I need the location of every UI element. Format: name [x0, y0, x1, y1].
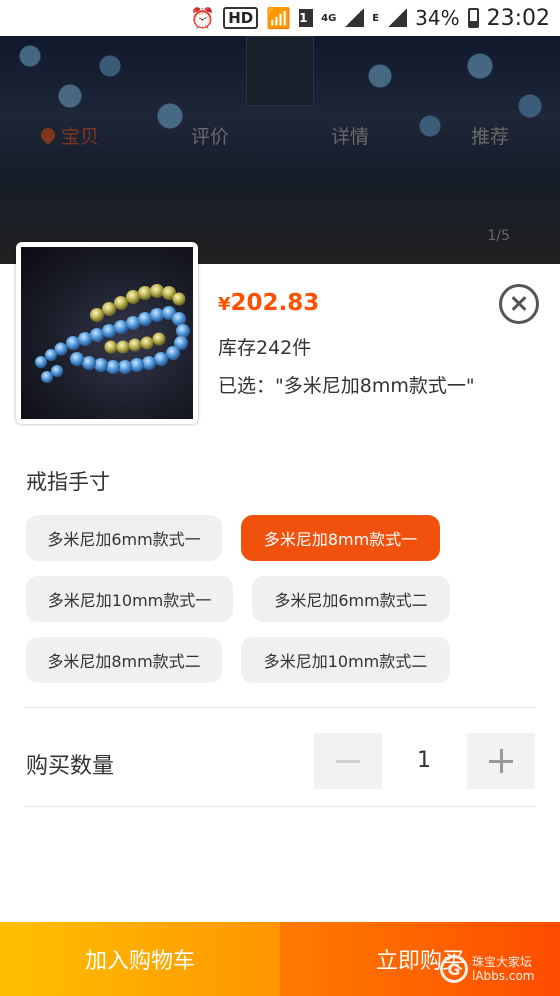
- signal-icon: [344, 9, 365, 27]
- bracelet-illustration: [35, 284, 190, 383]
- battery-icon: [467, 8, 479, 28]
- hd-badge: HD: [223, 7, 259, 29]
- product-thumbnail[interactable]: [16, 242, 198, 424]
- sim-badge: 1: [299, 9, 314, 27]
- divider: [24, 707, 536, 708]
- quantity-label: 购买数量: [26, 754, 115, 779]
- dim-overlay[interactable]: [0, 36, 560, 264]
- watermark-text: 珠宝大家坛 lAbbs.com: [472, 955, 534, 983]
- option-dominican-6mm-style1[interactable]: 多米尼加6mm款式一: [26, 515, 222, 561]
- option-dominican-6mm-style2[interactable]: 多米尼加6mm款式二: [252, 576, 450, 622]
- option-dominican-8mm-style2[interactable]: 多米尼加8mm款式二: [26, 637, 222, 683]
- option-dominican-10mm-style2[interactable]: 多米尼加10mm款式二: [241, 637, 450, 683]
- watermark-text-2: lAbbs.com: [472, 969, 535, 983]
- close-icon[interactable]: [499, 284, 539, 324]
- status-bar: ⏰ HD 📶 1 4G E 34% 23:02: [0, 0, 560, 36]
- stock-count: 库存242件: [218, 337, 312, 359]
- wifi-icon: 📶: [266, 6, 292, 30]
- option-dominican-8mm-style1[interactable]: 多米尼加8mm款式一: [241, 515, 440, 561]
- watermark-text-1: 珠宝大家坛: [472, 955, 533, 969]
- option-group-title: 戒指手寸: [26, 470, 110, 494]
- selected-variant: 已选："多米尼加8mm款式一": [218, 375, 475, 397]
- option-dominican-10mm-style1[interactable]: 多米尼加10mm款式一: [26, 576, 233, 622]
- quantity-decrease-button[interactable]: [314, 733, 382, 789]
- price: ¥202.83: [218, 290, 319, 316]
- add-to-cart-button[interactable]: 加入购物车: [0, 922, 280, 996]
- watermark-logo: G: [440, 955, 468, 983]
- signal-icon-2: [387, 9, 408, 27]
- quantity-increase-button[interactable]: [467, 733, 535, 789]
- price-value: 202.83: [230, 290, 320, 316]
- bracelet-image: [21, 247, 193, 419]
- clock: 23:02: [486, 5, 550, 31]
- divider: [24, 806, 536, 807]
- watermark: G 珠宝大家坛 lAbbs.com: [440, 955, 534, 983]
- battery-percent: 34%: [415, 6, 460, 30]
- network-e: E: [372, 12, 380, 24]
- plus-icon-vertical: [499, 749, 503, 773]
- alarm-icon: ⏰: [190, 6, 216, 30]
- network-4g: 4G: [321, 12, 337, 24]
- currency-symbol: ¥: [218, 294, 231, 315]
- minus-icon: [336, 759, 360, 763]
- quantity-value[interactable]: 1: [404, 748, 444, 773]
